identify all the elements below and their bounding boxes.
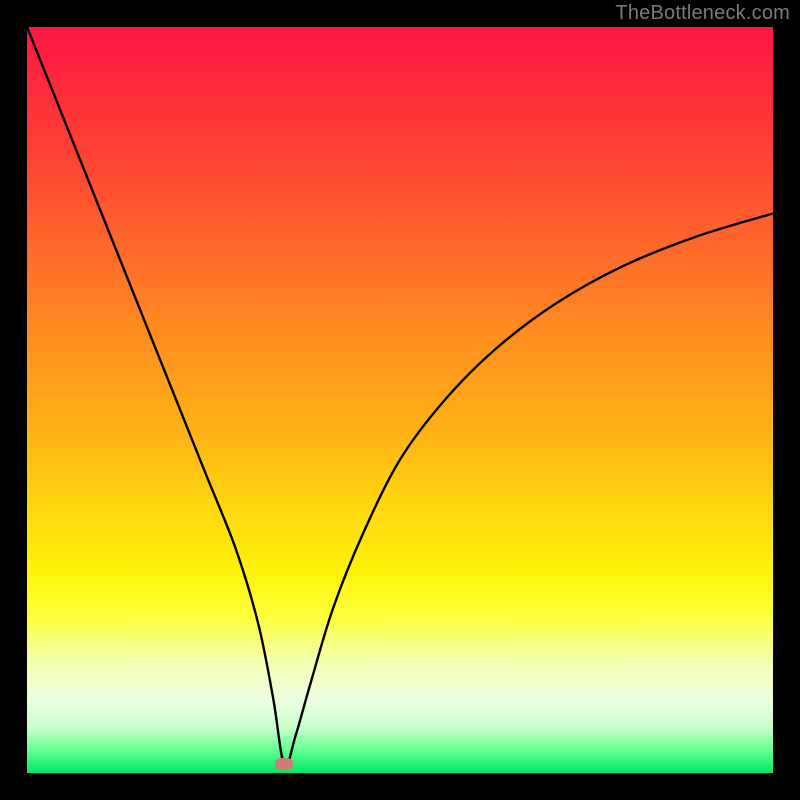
curve-path: [27, 27, 773, 767]
plot-area: [27, 27, 773, 773]
optimal-point-marker: [275, 758, 293, 770]
watermark-text: TheBottleneck.com: [615, 2, 790, 25]
bottleneck-curve: [27, 27, 773, 773]
chart-container: TheBottleneck.com: [0, 0, 800, 800]
